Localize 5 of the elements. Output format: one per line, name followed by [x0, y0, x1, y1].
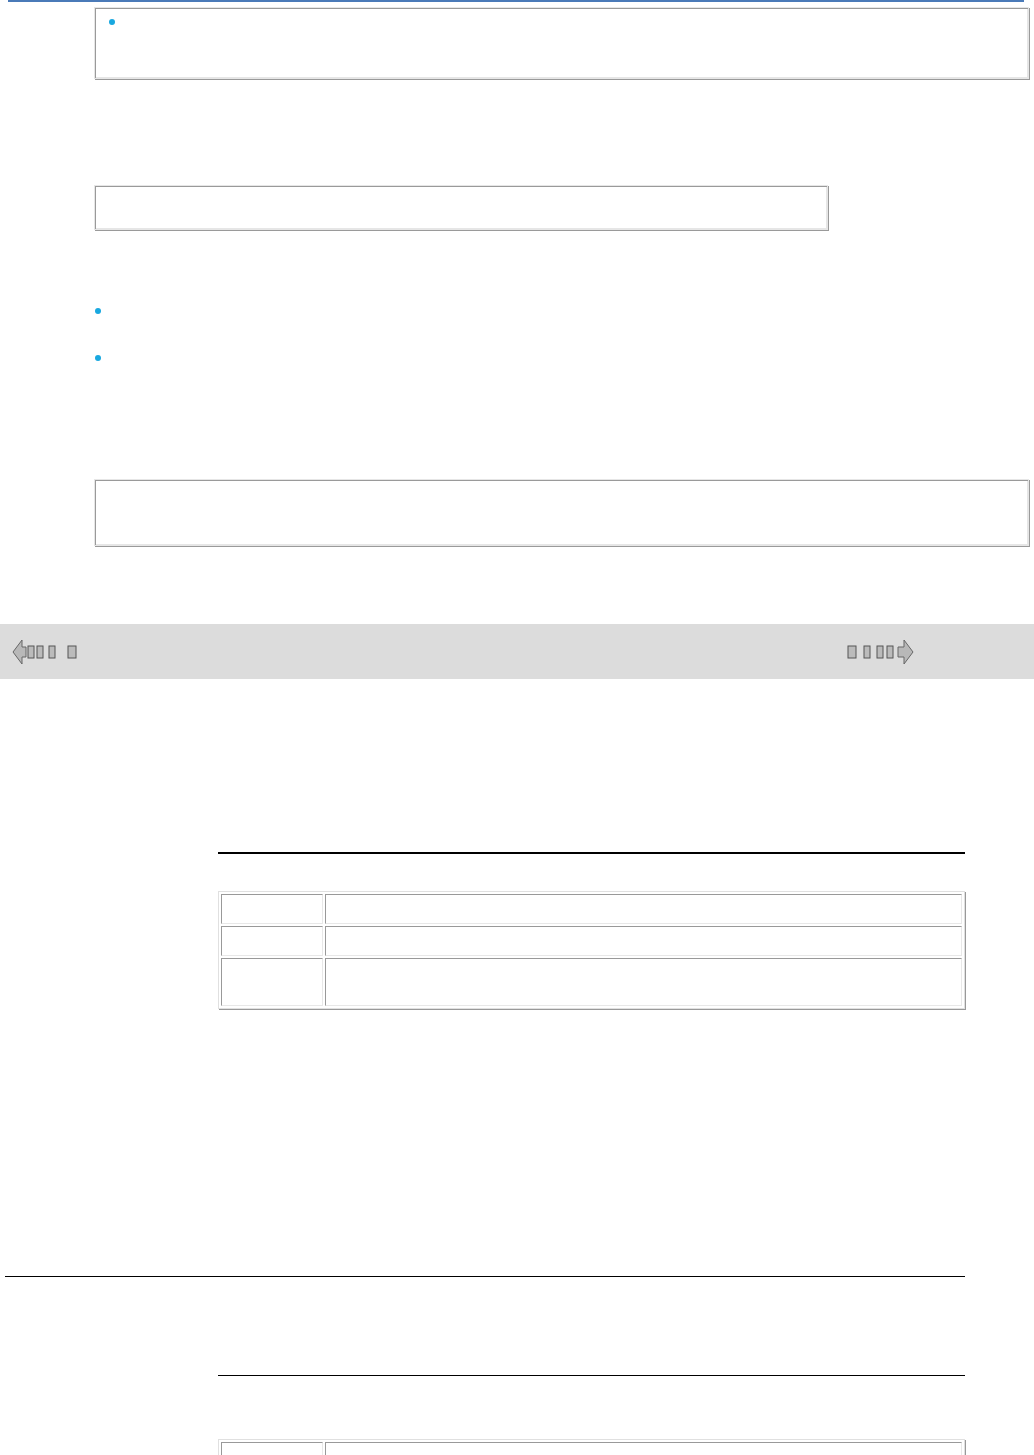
bullet-icon [95, 308, 101, 314]
previous-button[interactable] [12, 639, 80, 665]
next-button[interactable] [846, 639, 914, 665]
bullet-icon [95, 355, 101, 361]
bullet-icon [109, 19, 115, 25]
